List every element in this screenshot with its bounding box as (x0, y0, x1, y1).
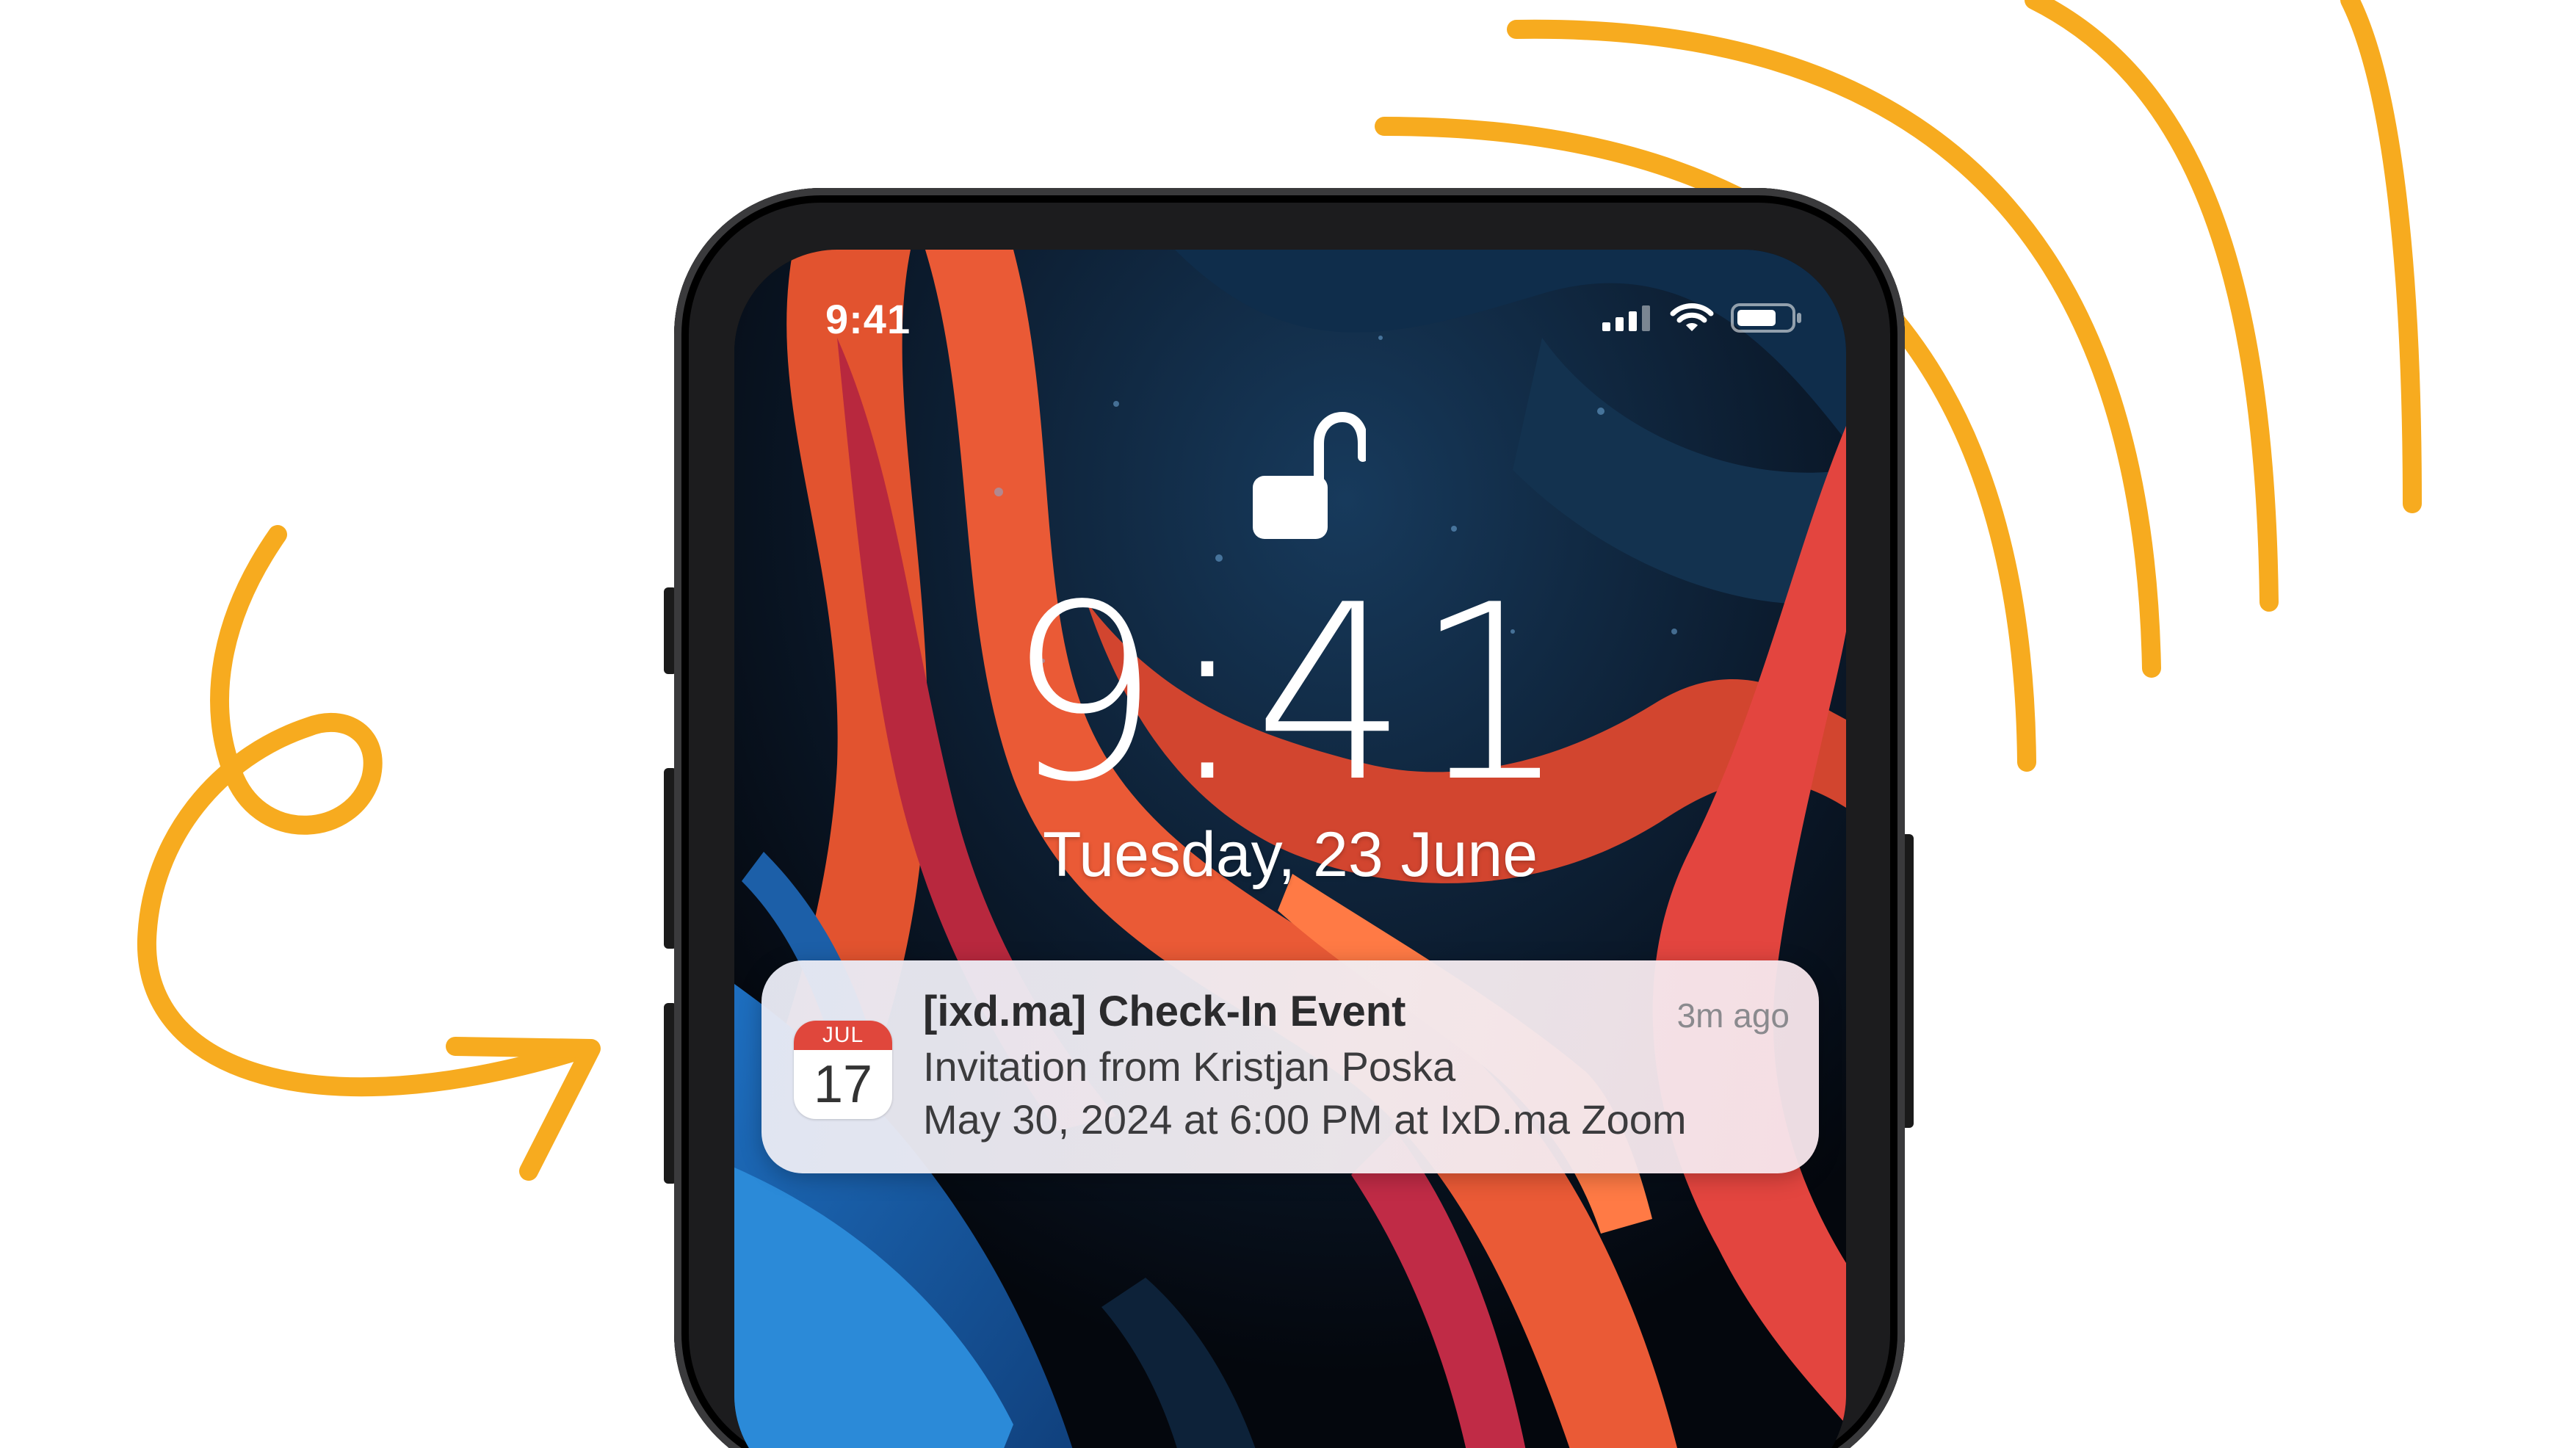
lock-screen[interactable]: 9:41 9:41 Tuesday, 23 June JUL 17 [ixd.m… (734, 250, 1846, 1448)
unlocked-padlock-icon (1253, 411, 1366, 539)
notification-timestamp: 3m ago (1676, 996, 1790, 1035)
status-bar-icons (1601, 301, 1803, 335)
notification-body-line-1: Invitation from Kristjan Poska (923, 1043, 1456, 1090)
notification-body-line-2: May 30, 2024 at 6:00 PM at IxD.ma Zoom (923, 1096, 1687, 1143)
battery-icon (1731, 303, 1801, 333)
lock-screen-time: 9:41 (1006, 553, 1574, 835)
calendar-icon: JUL 17 (794, 1021, 892, 1119)
calendar-notification[interactable]: JUL 17 [ixd.ma] Check-In Event 3m ago In… (761, 960, 1819, 1173)
loop-arrow-path (137, 525, 590, 1097)
notification-title: [ixd.ma] Check-In Event (923, 988, 1406, 1035)
illustration-canvas: 9:41 9:41 Tuesday, 23 June JUL 17 [ixd.m… (0, 0, 2576, 1448)
signal-arc-4 (2340, 0, 2422, 513)
calendar-icon-month: JUL (794, 1021, 892, 1050)
cellular-signal-icon (1602, 305, 1650, 331)
calendar-icon-day: 17 (813, 1055, 873, 1114)
lock-screen-date: Tuesday, 23 June (1042, 819, 1538, 890)
wifi-icon (1670, 303, 1714, 331)
status-bar-time: 9:41 (825, 296, 911, 342)
